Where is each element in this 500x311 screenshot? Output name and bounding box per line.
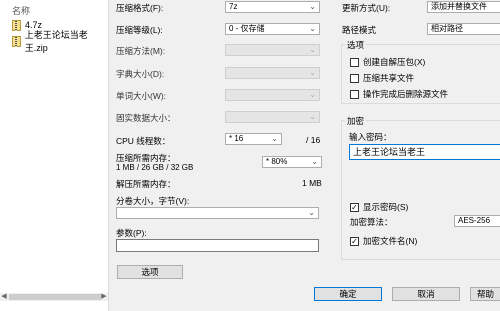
cpu-total: / 16 [306, 135, 321, 145]
chevron-down-icon: ⌄ [309, 24, 316, 33]
sfx-checkbox[interactable]: 创建自解压包(X) [350, 56, 425, 68]
params-label: 参数(P): [116, 228, 147, 238]
solid-select[interactable]: ⌄ [225, 111, 320, 123]
checkbox-box [350, 57, 359, 67]
add-to-archive-dialog: 压缩格式(F): 7z ⌄ 压缩等级(L): 0 - 仅存储 ⌄ 压缩方法(M): … [108, 0, 500, 311]
chevron-down-icon: ⌄ [308, 208, 315, 217]
chevron-down-icon: ⌄ [309, 90, 316, 99]
ok-button[interactable]: 确定 [314, 287, 382, 301]
chevron-down-icon: ⌄ [309, 68, 316, 77]
delete-after-checkbox[interactable]: 操作完成后删除源文件 [350, 88, 448, 100]
chevron-down-icon: ⌄ [309, 45, 316, 54]
checkmark-icon: ✓ [350, 236, 359, 246]
mem-decompress-value: 1 MB [302, 178, 322, 188]
password-input[interactable]: 上老王论坛当老王 [349, 144, 500, 160]
algorithm-select[interactable]: AES-256 [454, 215, 500, 227]
encrypt-names-label: 加密文件名(N) [363, 236, 418, 246]
algorithm-label: 加密算法： [350, 217, 393, 227]
algorithm-value: AES-256 [458, 216, 491, 225]
options-button[interactable]: 选项 [117, 265, 183, 279]
level-label: 压缩等级(L): [116, 25, 163, 35]
scroll-right-icon[interactable]: ▶ [100, 293, 108, 301]
update-label: 更新方式(U): [342, 3, 391, 13]
mem-decompress-label: 解压所需内存： [116, 179, 176, 189]
scrollbar-thumb[interactable] [9, 294, 101, 300]
format-select[interactable]: 7z ⌄ [225, 1, 320, 13]
path-mode-value: 相对路径 [431, 24, 463, 33]
archive-file-icon [12, 35, 21, 47]
shared-files-label: 压缩共享文件 [363, 73, 415, 83]
chevron-down-icon: ⌄ [309, 2, 316, 11]
shared-files-checkbox[interactable]: 压缩共享文件 [350, 72, 414, 84]
delete-after-label: 操作完成后删除源文件 [363, 89, 449, 99]
path-mode-select[interactable]: 相对路径 [427, 23, 500, 35]
memory-percent-select[interactable]: * 80% ⌄ [262, 156, 322, 168]
params-input[interactable] [116, 239, 319, 252]
file-item[interactable]: 上老王论坛当老王.zip [12, 30, 108, 53]
cancel-button[interactable]: 取消 [392, 287, 460, 301]
checkbox-box [350, 73, 359, 83]
word-select[interactable]: ⌄ [225, 89, 320, 101]
options-group-title: 选项 [345, 39, 367, 51]
archive-file-icon [12, 19, 21, 31]
chevron-down-icon: ⌄ [311, 157, 318, 166]
file-list-pane: 名称 4.7z 上老王论坛当老王.zip ◀ ▶ [0, 0, 108, 311]
password-label: 输入密码： [349, 132, 392, 142]
word-label: 单词大小(W): [116, 91, 167, 101]
update-mode-value: 添加并替换文件 [431, 2, 487, 11]
sfx-label: 创建自解压包(X) [363, 57, 426, 67]
format-value: 7z [229, 2, 238, 11]
path-mode-label: 路径模式 [342, 25, 377, 35]
file-name: 上老王论坛当老王.zip [24, 30, 88, 53]
method-label: 压缩方法(M): [116, 46, 166, 56]
cpu-value: * 16 [229, 134, 244, 143]
help-button[interactable]: 帮助 [470, 287, 500, 301]
memory-percent-value: * 80% [266, 157, 288, 166]
update-mode-select[interactable]: 添加并替换文件 [427, 1, 500, 13]
name-column-header[interactable]: 名称 [12, 4, 30, 17]
level-select[interactable]: 0 - 仅存储 ⌄ [225, 23, 320, 35]
horizontal-scrollbar[interactable]: ◀ ▶ [0, 293, 108, 301]
scroll-left-icon[interactable]: ◀ [0, 293, 8, 301]
checkbox-box [350, 89, 359, 99]
show-password-label: 显示密码(S) [363, 202, 409, 212]
method-select[interactable]: ⌄ [225, 44, 320, 56]
solid-label: 固实数据大小： [116, 113, 176, 123]
cpu-label: CPU 线程数： [116, 136, 171, 146]
chevron-down-icon: ⌄ [271, 134, 278, 143]
level-value: 0 - 仅存储 [229, 24, 265, 33]
encrypt-names-checkbox[interactable]: ✓ 加密文件名(N) [350, 235, 417, 247]
cpu-select[interactable]: * 16 ⌄ [225, 133, 282, 145]
mem-compress-detail: 1 MB / 26 GB / 32 GB [116, 163, 194, 172]
dict-label: 字典大小(D): [116, 69, 165, 79]
split-size-select[interactable]: ⌄ [116, 207, 319, 219]
format-label: 压缩格式(F): [116, 3, 164, 13]
show-password-checkbox[interactable]: ✓ 显示密码(S) [350, 201, 408, 213]
chevron-down-icon: ⌄ [309, 112, 316, 121]
split-label: 分卷大小，字节(V): [116, 196, 190, 206]
dict-select[interactable]: ⌄ [225, 67, 320, 79]
checkmark-icon: ✓ [350, 202, 359, 212]
encryption-group-title: 加密 [345, 115, 367, 127]
